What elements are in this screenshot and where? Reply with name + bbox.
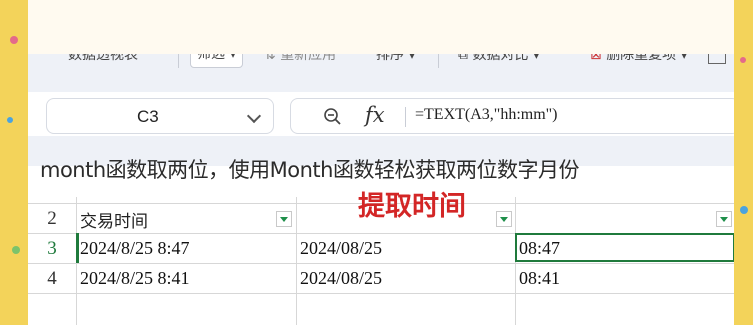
table-cell[interactable]: 2024/08/25 <box>300 238 382 259</box>
filter-dropdown-icon[interactable] <box>716 211 732 227</box>
row-number-active[interactable]: 3 <box>28 238 76 260</box>
table-cell[interactable]: 2024/08/25 <box>300 268 382 289</box>
filter-dropdown-icon[interactable] <box>276 211 292 227</box>
annotation-title: 提取时间 <box>358 191 466 222</box>
zoom-icon[interactable] <box>323 107 343 127</box>
header-cell-transaction-time[interactable]: 交易时间 <box>80 207 148 232</box>
chevron-down-icon[interactable] <box>246 108 262 124</box>
row-number[interactable]: 2 <box>28 208 76 230</box>
name-box[interactable]: C3 <box>46 98 274 134</box>
active-row-marker <box>76 233 79 263</box>
formula-text[interactable]: =TEXT(A3,"hh:mm") <box>415 106 558 124</box>
table-cell[interactable]: 2024/8/25 8:41 <box>80 268 190 289</box>
formula-bar[interactable]: fx =TEXT(A3,"hh:mm") <box>290 98 734 134</box>
filter-dropdown-icon[interactable] <box>496 211 512 227</box>
table-cell[interactable]: 08:41 <box>519 268 560 289</box>
caption-overlay: month函数取两位，使用Month函数轻松获取两位数字月份 <box>0 148 753 188</box>
row-number[interactable]: 4 <box>28 268 76 290</box>
formula-divider <box>405 107 406 127</box>
grid-line <box>28 263 734 264</box>
caption-text: month函数取两位，使用Month函数轻松获取两位数字月份 <box>40 158 579 182</box>
function-icon[interactable]: fx <box>365 103 385 127</box>
table-cell[interactable]: 2024/8/25 8:47 <box>80 238 190 259</box>
decorative-stripes-right <box>734 0 753 325</box>
grid-line <box>28 293 734 294</box>
decorative-stripes-left <box>0 0 28 325</box>
grid-line <box>296 197 297 325</box>
selection-outline <box>515 233 734 262</box>
cream-overlay <box>28 0 734 54</box>
cell-reference: C3 <box>137 107 159 126</box>
